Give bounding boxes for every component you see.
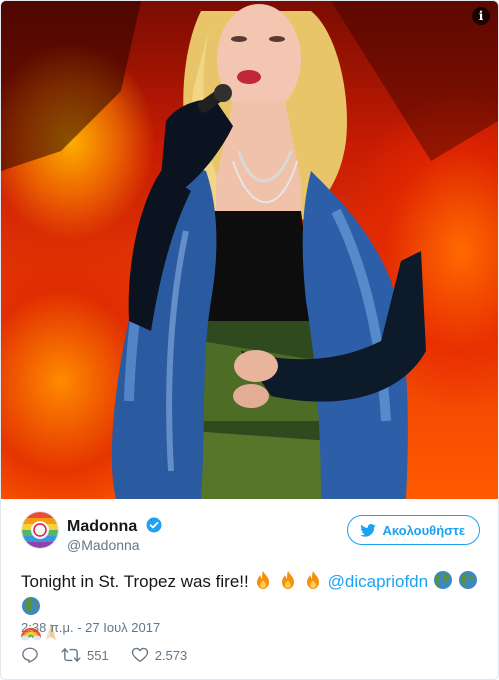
globe-emoji [21, 596, 41, 622]
follow-label: Ακολουθήστε [382, 522, 465, 538]
retweet-icon [61, 648, 81, 662]
globe-emoji [458, 570, 478, 596]
globe-emoji [433, 570, 453, 596]
verified-badge-icon [146, 517, 162, 533]
display-name[interactable]: Madonna [67, 517, 162, 536]
heart-icon [131, 647, 148, 663]
follow-button[interactable]: Ακολουθήστε [347, 515, 480, 545]
timestamp[interactable]: 2:38 π.μ. - 27 Ιουλ 2017 [21, 620, 160, 635]
like-count: 2.573 [154, 647, 188, 663]
retweet-count: 551 [87, 647, 109, 663]
like-button[interactable]: 2.573 [131, 646, 188, 664]
reply-button[interactable] [21, 646, 39, 664]
tweet-header: Madonna @Madonna Ακολουθήστε [1, 499, 498, 561]
mention-link[interactable]: @dicapriofdn [328, 572, 428, 591]
twitter-bird-icon [360, 523, 377, 537]
tweet-photo[interactable]: i [1, 1, 498, 499]
avatar[interactable] [21, 511, 59, 549]
user-handle[interactable]: @Madonna [67, 537, 140, 553]
performer-illustration [1, 1, 498, 499]
tweet-card: i Madonna @Madonna Ακολουθήστε Tonight i… [0, 0, 499, 680]
retweet-button[interactable]: 551 [61, 646, 109, 664]
fire-emoji [278, 570, 298, 596]
fire-emoji [253, 570, 273, 596]
tweet-text-body: Tonight in St. Tropez was fire!! [21, 572, 249, 591]
info-icon[interactable]: i [472, 7, 490, 25]
fire-emoji [303, 570, 323, 596]
tweet-text: Tonight in St. Tropez was fire!! @dicapr… [20, 570, 481, 648]
display-name-text[interactable]: Madonna [67, 518, 137, 535]
tweet-actions: 551 2.573 [21, 646, 209, 664]
avatar-image [22, 512, 58, 548]
reply-icon [22, 647, 38, 663]
